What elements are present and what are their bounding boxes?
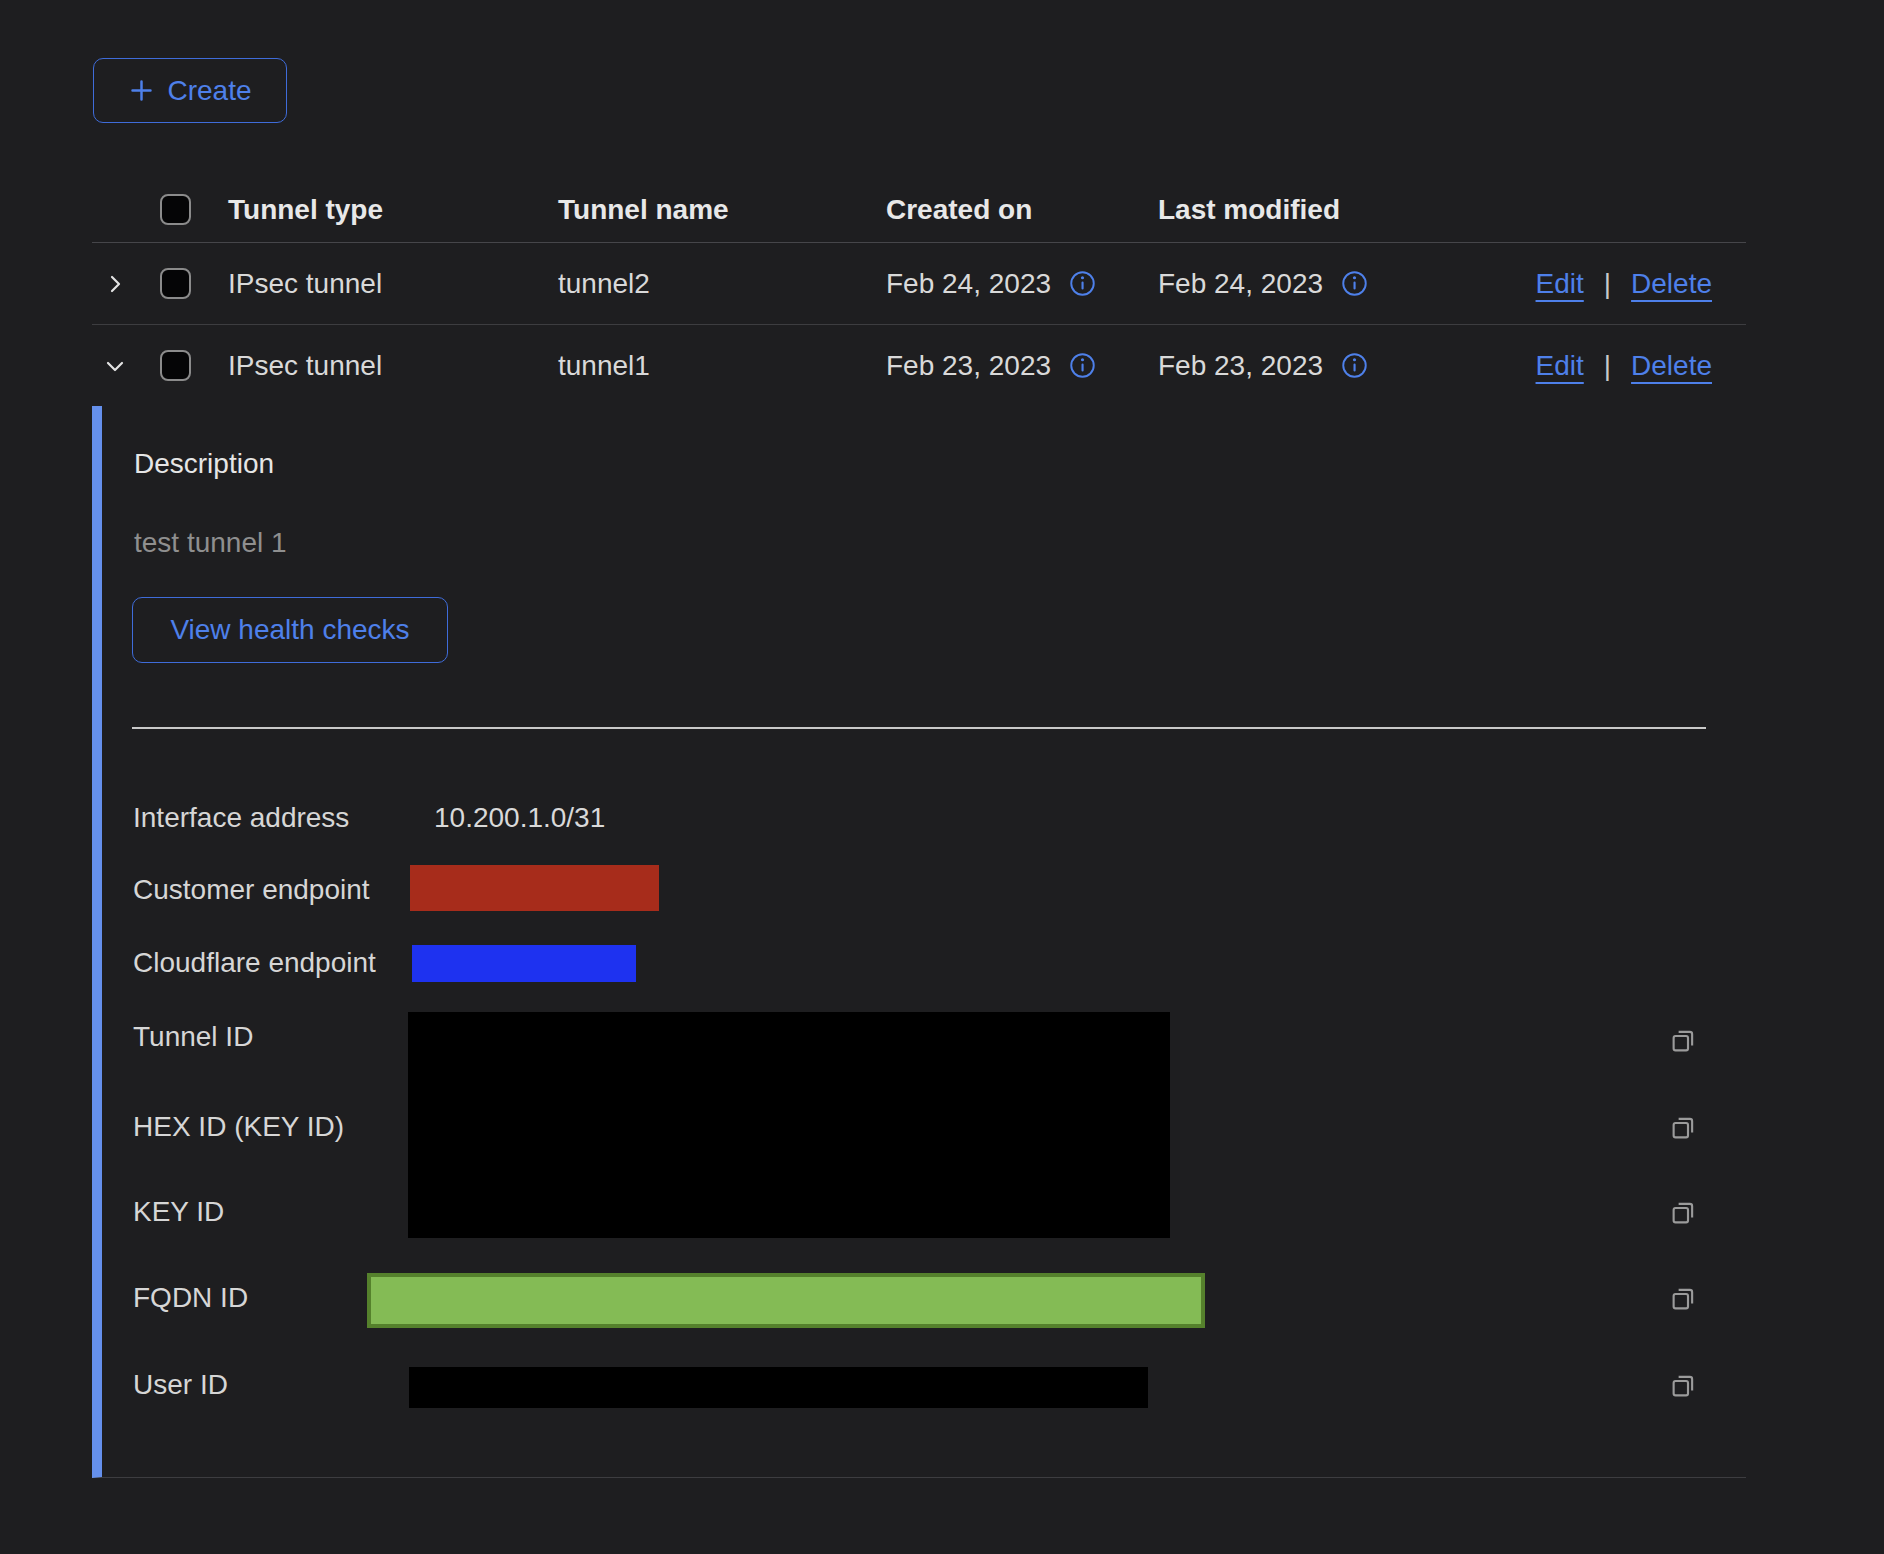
actions-separator: | [1604,350,1611,382]
table-row-tunnel2: IPsec tunnel tunnel2 Feb 24, 2023 Feb 24… [92,243,1746,325]
row1-checkbox[interactable] [160,268,191,299]
fqdn-id-label: FQDN ID [133,1281,248,1315]
user-id-redaction [409,1367,1148,1408]
tunnel1-details-panel: Description test tunnel 1 View health ch… [92,406,1746,1478]
row1-edit-link[interactable]: Edit [1536,268,1584,300]
row1-expand-cell[interactable] [92,272,155,296]
cloudflare-endpoint-redaction [412,945,636,982]
row2-checkbox[interactable] [160,350,191,381]
tunnels-page: Create Tunnel type Tunnel name Created o… [0,0,1884,1554]
description-label: Description [134,447,274,481]
view-health-checks-label: View health checks [170,614,409,646]
table-header-row: Tunnel type Tunnel name Created on Last … [92,177,1746,243]
hex-id-label: HEX ID (KEY ID) [133,1110,344,1144]
col-header-last-modified: Last modified [1158,194,1440,226]
select-all-checkbox[interactable] [160,194,191,225]
copy-icon [1668,1284,1698,1314]
row2-created-on: Feb 23, 2023 [886,350,1158,382]
row2-edit-link[interactable]: Edit [1536,350,1584,382]
create-button-label: Create [167,75,251,107]
row2-modified-date: Feb 23, 2023 [1158,350,1323,382]
interface-address-value: 10.200.1.0/31 [434,801,605,835]
row1-last-modified: Feb 24, 2023 [1158,268,1440,300]
copy-icon [1668,1198,1698,1228]
row2-check-cell [155,350,228,381]
row1-created-date: Feb 24, 2023 [886,268,1051,300]
chevron-right-icon [103,272,127,296]
col-header-created-on: Created on [886,194,1158,226]
panel-divider [132,727,1706,729]
fqdn-id-redaction [367,1273,1205,1328]
row2-created-date: Feb 23, 2023 [886,350,1051,382]
col-header-tunnel-name: Tunnel name [558,194,886,226]
chevron-down-icon [103,354,127,378]
row2-delete-link[interactable]: Delete [1631,350,1712,382]
key-id-label: KEY ID [133,1195,224,1229]
row1-tunnel-type: IPsec tunnel [228,268,558,300]
copy-key-id-button[interactable] [1668,1198,1698,1228]
copy-icon [1668,1371,1698,1401]
row1-delete-link[interactable]: Delete [1631,268,1712,300]
copy-icon [1668,1113,1698,1143]
copy-hex-id-button[interactable] [1668,1113,1698,1143]
user-id-label: User ID [133,1368,228,1402]
tunnels-table: Tunnel type Tunnel name Created on Last … [92,177,1746,1478]
customer-endpoint-redaction [410,865,659,911]
header-check-cell [155,194,228,225]
interface-address-label: Interface address [133,801,349,835]
copy-user-id-button[interactable] [1668,1371,1698,1401]
table-row-tunnel1: IPsec tunnel tunnel1 Feb 23, 2023 Feb 23… [92,325,1746,406]
row1-actions: Edit | Delete [1440,268,1746,300]
tunnel-id-label: Tunnel ID [133,1020,253,1054]
row2-last-modified: Feb 23, 2023 [1158,350,1440,382]
create-button[interactable]: Create [93,58,287,123]
copy-tunnel-id-button[interactable] [1668,1026,1698,1056]
plus-icon [128,77,155,104]
description-value: test tunnel 1 [134,526,287,560]
info-icon[interactable] [1069,352,1096,379]
row2-expand-cell[interactable] [92,354,155,378]
view-health-checks-button[interactable]: View health checks [132,597,448,663]
row1-check-cell [155,268,228,299]
copy-icon [1668,1026,1698,1056]
row2-actions: Edit | Delete [1440,350,1746,382]
tunnel-id-redaction [408,1012,1170,1238]
info-icon[interactable] [1341,270,1368,297]
row1-tunnel-name: tunnel2 [558,268,886,300]
info-icon[interactable] [1069,270,1096,297]
actions-separator: | [1604,268,1611,300]
row2-tunnel-name: tunnel1 [558,350,886,382]
row1-modified-date: Feb 24, 2023 [1158,268,1323,300]
customer-endpoint-label: Customer endpoint [133,873,370,907]
copy-fqdn-id-button[interactable] [1668,1284,1698,1314]
cloudflare-endpoint-label: Cloudflare endpoint [133,946,376,980]
info-icon[interactable] [1341,352,1368,379]
row2-tunnel-type: IPsec tunnel [228,350,558,382]
row1-created-on: Feb 24, 2023 [886,268,1158,300]
col-header-tunnel-type: Tunnel type [228,194,558,226]
